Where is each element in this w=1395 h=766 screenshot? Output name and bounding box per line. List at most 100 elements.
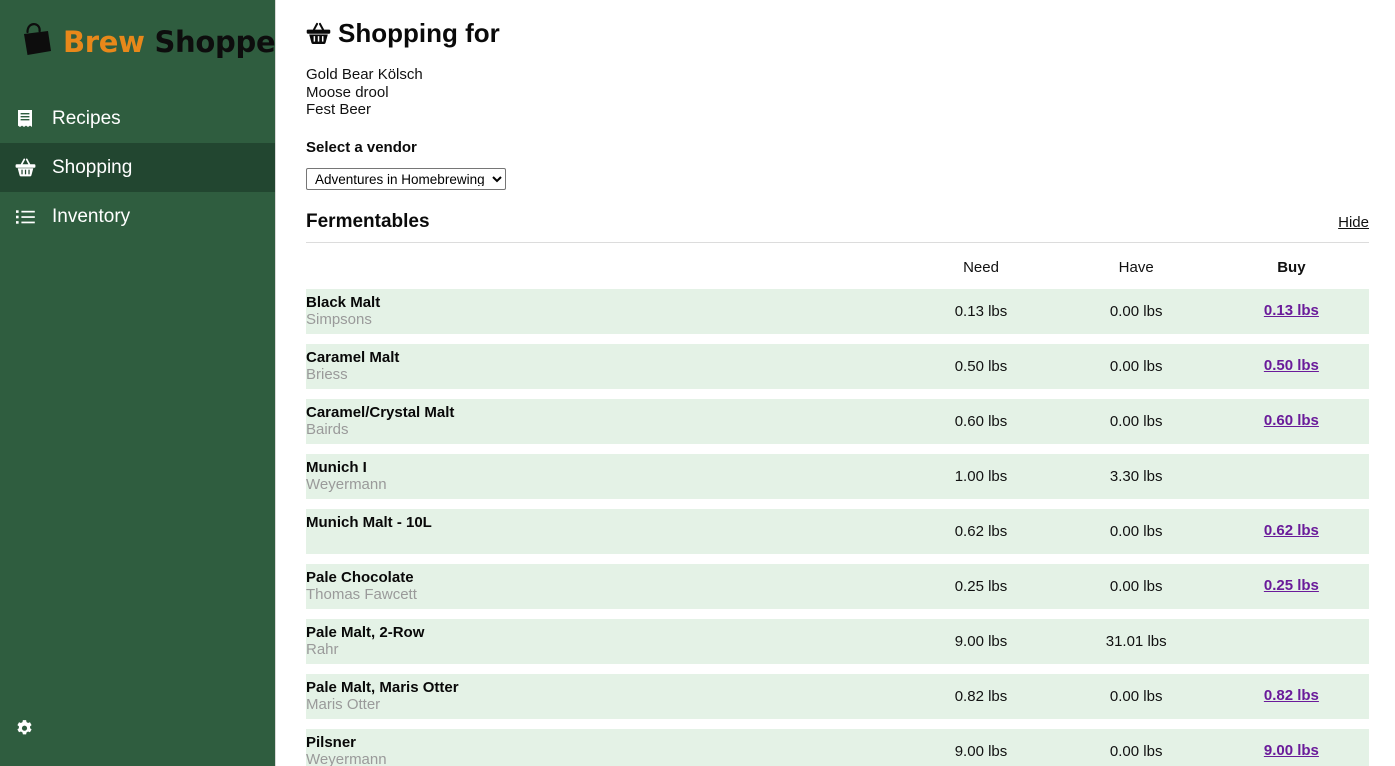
hide-section-link[interactable]: Hide [1338, 215, 1369, 233]
row-spacer [306, 443, 1369, 454]
ingredient-supplier: Simpsons [306, 310, 372, 328]
sidebar-item-inventory[interactable]: Inventory [0, 192, 275, 241]
cell-need: 0.50 lbs [954, 357, 1008, 375]
table-body: Black Malt Simpsons 0.13 lbs 0.00 lbs 0.13 l… [306, 288, 1369, 766]
row-spacer [306, 608, 1369, 619]
cell-ingredient: Pale Malt, 2-Row Rahr [306, 619, 903, 664]
section-title: Fermentables [306, 210, 430, 232]
cell-have: 0.00 lbs [1109, 742, 1163, 760]
cell-need: 0.60 lbs [954, 412, 1008, 430]
cell-buy: 0.13 lbs [1214, 289, 1369, 334]
ingredient-name: Pale Malt, 2-Row [306, 623, 425, 641]
brand-word-brew: Brew [63, 24, 145, 59]
settings-button[interactable] [13, 720, 35, 742]
brand-logo[interactable]: Brew Shopper [0, 0, 290, 64]
cell-need: 9.00 lbs [954, 632, 1008, 650]
vendor-select[interactable]: Adventures in Homebrewing [306, 167, 506, 190]
cell-need: 0.62 lbs [954, 522, 1008, 540]
cell-ingredient: Pale Malt, Maris Otter Maris Otter [306, 674, 903, 719]
ingredient-name: Pilsner [306, 733, 357, 751]
basket-icon [306, 22, 331, 45]
app-root: Brew Shopper Recipes Shopping Inventory … [0, 0, 1395, 766]
cell-ingredient: Black Malt Simpsons [306, 289, 903, 334]
cell-have: 0.00 lbs [1109, 687, 1163, 705]
cell-need: 0.13 lbs [954, 302, 1008, 320]
cell-buy [1214, 454, 1369, 499]
ingredient-name: Pale Malt, Maris Otter [306, 678, 459, 696]
ingredient-supplier: Weyermann [306, 750, 387, 766]
cell-buy: 0.82 lbs [1214, 674, 1369, 719]
table-header-row: Need Have Buy [306, 242, 1369, 289]
row-spacer [306, 498, 1369, 509]
basket-icon [14, 158, 36, 177]
cell-have: 0.00 lbs [1109, 357, 1163, 375]
cell-need: 0.82 lbs [954, 687, 1008, 705]
table-row: Black Malt Simpsons 0.13 lbs 0.00 lbs 0.13 l… [306, 288, 1369, 334]
brand-word-shopper: Shopper [154, 24, 290, 59]
fermentables-section-header: Fermentables Hide [306, 210, 1369, 243]
recipe-item: Gold Bear Kölsch [306, 66, 423, 84]
table-row: Caramel Malt Briess 0.50 lbs 0.00 lbs 0.50 l… [306, 343, 1369, 389]
column-header-name [306, 242, 904, 289]
cell-buy: 0.25 lbs [1214, 564, 1369, 609]
buy-link[interactable]: 0.13 lbs [1264, 302, 1319, 319]
cell-buy [1214, 619, 1369, 664]
ingredient-supplier: Maris Otter [306, 695, 381, 713]
cell-buy: 0.62 lbs [1214, 509, 1369, 554]
cell-ingredient: Munich Malt - 10L [306, 509, 903, 554]
ingredient-name: Munich Malt - 10L [306, 513, 432, 531]
column-header-need: Need [903, 242, 1059, 289]
cell-have: 3.30 lbs [1109, 467, 1163, 485]
table-row: Caramel/Crystal Malt Bairds 0.60 lbs 0.00 l… [306, 398, 1369, 444]
cell-ingredient: Caramel Malt Briess [306, 344, 903, 389]
buy-link[interactable]: 0.50 lbs [1264, 357, 1319, 374]
table-row: Pale Malt, Maris Otter Maris Otter 0.82 lb… [306, 673, 1369, 719]
table-row: Munich Malt - 10L 0.62 lbs 0.00 lbs 0.62 lb… [306, 508, 1369, 554]
ingredient-name: Black Malt [306, 293, 381, 311]
cell-buy: 9.00 lbs [1214, 729, 1369, 766]
sidebar-item-label: Inventory [52, 206, 131, 227]
gear-icon [15, 719, 34, 743]
row-spacer [306, 663, 1369, 674]
cell-need: 9.00 lbs [954, 742, 1008, 760]
ingredient-supplier: Weyermann [306, 475, 387, 493]
sidebar: Brew Shopper Recipes Shopping Inventory [0, 0, 290, 766]
sidebar-item-recipes[interactable]: Recipes [0, 94, 275, 143]
table-header: Need Have Buy [306, 242, 1369, 289]
cell-have: 0.00 lbs [1109, 577, 1163, 595]
recipe-item: Fest Beer [306, 101, 372, 119]
ingredient-name: Caramel Malt [306, 348, 400, 366]
page-title: Shopping for [306, 18, 1369, 49]
receipt-icon [14, 109, 36, 128]
row-spacer [306, 333, 1369, 344]
cell-ingredient: Pale Chocolate Thomas Fawcett [306, 564, 903, 609]
shopping-bag-icon [18, 21, 54, 64]
buy-link[interactable]: 0.25 lbs [1264, 577, 1319, 594]
main-content: Shopping for Gold Bear Kölsch Moose droo… [276, 0, 1395, 766]
buy-link[interactable]: 0.82 lbs [1264, 687, 1319, 704]
buy-link[interactable]: 0.60 lbs [1264, 412, 1319, 429]
sidebar-item-shopping[interactable]: Shopping [0, 143, 275, 192]
cell-ingredient: Munich I Weyermann [306, 454, 903, 499]
ingredient-supplier: Rahr [306, 640, 339, 658]
cell-have: 0.00 lbs [1109, 522, 1163, 540]
ingredient-supplier: Briess [306, 365, 348, 383]
page-title-text: Shopping for [338, 18, 500, 48]
buy-link[interactable]: 9.00 lbs [1264, 742, 1319, 759]
row-spacer [306, 553, 1369, 564]
sidebar-item-label: Recipes [52, 108, 121, 129]
fermentables-table: Need Have Buy Black Malt Simpsons 0.13 lbs… [306, 242, 1369, 766]
recipe-item: Moose drool [306, 83, 389, 101]
ingredient-supplier [306, 531, 903, 548]
vendor-label: Select a vendor [306, 138, 417, 156]
table-row: Pilsner Weyermann 9.00 lbs 0.00 lbs 9.00 lbs [306, 728, 1369, 766]
table-row: Munich I Weyermann 1.00 lbs 3.30 lbs [306, 453, 1369, 499]
table-row: Pale Chocolate Thomas Fawcett 0.25 lbs 0.00… [306, 563, 1369, 609]
buy-link[interactable]: 0.62 lbs [1264, 522, 1319, 539]
ingredient-name: Caramel/Crystal Malt [306, 403, 455, 421]
list-ul-icon [14, 209, 36, 225]
cell-have: 0.00 lbs [1109, 302, 1163, 320]
cell-need: 0.25 lbs [954, 577, 1008, 595]
cell-ingredient: Caramel/Crystal Malt Bairds [306, 399, 903, 444]
sidebar-nav: Recipes Shopping Inventory [0, 94, 275, 241]
